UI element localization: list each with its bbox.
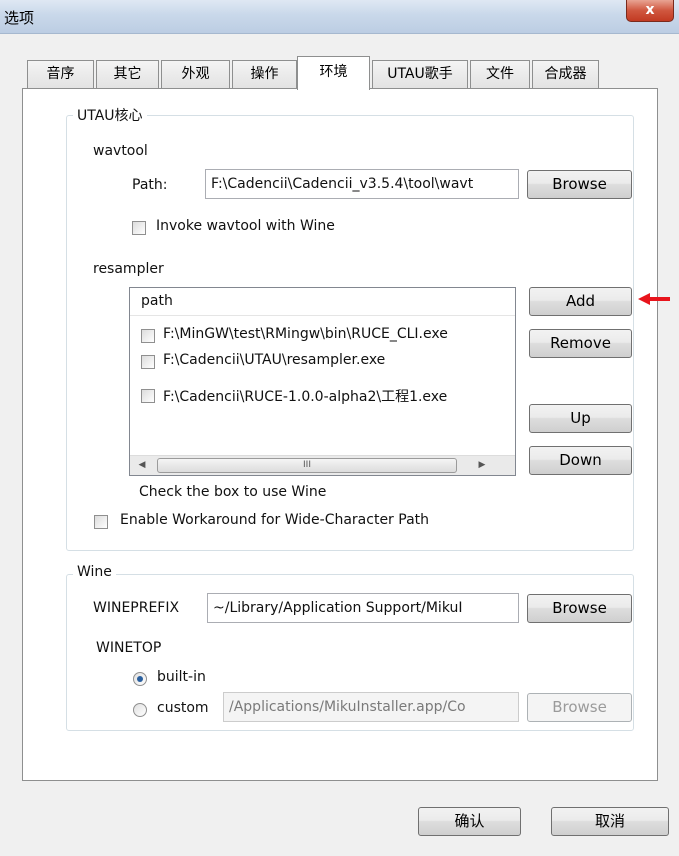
list-item[interactable]: F:\MinGW\test\RMingw\bin\RUCE_CLI.exe bbox=[130, 324, 515, 348]
resampler-down-button[interactable]: Down bbox=[529, 446, 632, 475]
list-item-path: F:\Cadencii\UTAU\resampler.exe bbox=[163, 352, 386, 368]
scroll-thumb[interactable]: III bbox=[157, 458, 457, 473]
wavtool-wine-checkbox-label: Invoke wavtool with Wine bbox=[156, 218, 335, 234]
winetop-label: WINETOP bbox=[96, 640, 162, 656]
close-button[interactable]: x bbox=[626, 0, 674, 22]
scroll-left-arrow-icon[interactable]: ◀ bbox=[133, 458, 151, 473]
tab-operation[interactable]: 操作 bbox=[232, 60, 297, 89]
tab-utau-singer[interactable]: UTAU歌手 bbox=[372, 60, 468, 89]
utau-core-group-label: UTAU核心 bbox=[73, 105, 147, 125]
tab-file[interactable]: 文件 bbox=[470, 60, 530, 89]
winetop-custom-radio[interactable] bbox=[133, 703, 147, 717]
resampler-wine-hint: Check the box to use Wine bbox=[139, 484, 327, 500]
window-title: 选项 bbox=[4, 9, 35, 27]
tab-environment[interactable]: 环境 bbox=[297, 56, 370, 90]
horizontal-scrollbar[interactable]: ◀ III ▶ bbox=[130, 455, 515, 475]
wavtool-wine-checkbox[interactable] bbox=[132, 221, 146, 235]
resampler-up-button[interactable]: Up bbox=[529, 404, 632, 433]
column-header-path: path bbox=[141, 293, 173, 309]
list-item[interactable]: F:\Cadencii\UTAU\resampler.exe bbox=[130, 350, 515, 374]
resampler-list-header[interactable]: path bbox=[130, 288, 515, 316]
tab-sequence[interactable]: 音序 bbox=[27, 60, 94, 89]
resampler-label: resampler bbox=[93, 261, 164, 277]
resampler-add-button[interactable]: Add bbox=[529, 287, 632, 316]
scroll-right-arrow-icon[interactable]: ▶ bbox=[473, 458, 491, 473]
winetop-builtin-radio[interactable] bbox=[133, 672, 147, 686]
list-item-checkbox[interactable] bbox=[141, 355, 155, 369]
list-item[interactable]: F:\Cadencii\RUCE-1.0.0-alpha2\工程1.exe bbox=[130, 384, 515, 408]
list-item-path: F:\Cadencii\RUCE-1.0.0-alpha2\工程1.exe bbox=[163, 389, 448, 405]
wavtool-path-label: Path: bbox=[132, 177, 168, 193]
winetop-builtin-label: built-in bbox=[157, 669, 206, 685]
wineprefix-label: WINEPREFIX bbox=[93, 600, 180, 616]
tab-appearance[interactable]: 外观 bbox=[161, 60, 230, 89]
scroll-thumb-grip: III bbox=[303, 460, 311, 470]
wavtool-browse-button[interactable]: Browse bbox=[527, 170, 632, 199]
cancel-button[interactable]: 取消 bbox=[551, 807, 669, 836]
resampler-remove-button[interactable]: Remove bbox=[529, 329, 632, 358]
wineprefix-browse-button[interactable]: Browse bbox=[527, 594, 632, 623]
wavtool-label: wavtool bbox=[93, 143, 148, 159]
workaround-checkbox-label: Enable Workaround for Wide-Character Pat… bbox=[120, 512, 430, 528]
resampler-list[interactable]: path F:\MinGW\test\RMingw\bin\RUCE_CLI.e… bbox=[129, 287, 516, 476]
wine-group-label: Wine bbox=[73, 564, 116, 580]
winetop-custom-browse-button[interactable]: Browse bbox=[527, 693, 632, 722]
winetop-custom-label: custom bbox=[157, 700, 209, 716]
ok-button[interactable]: 确认 bbox=[418, 807, 521, 836]
tab-synthesizer[interactable]: 合成器 bbox=[532, 60, 599, 89]
red-arrow-icon bbox=[638, 293, 670, 305]
wavtool-path-input[interactable]: F:\Cadencii\Cadencii_v3.5.4\tool\wavt bbox=[205, 169, 519, 199]
list-item-checkbox[interactable] bbox=[141, 389, 155, 403]
winetop-custom-input[interactable]: /Applications/MikuInstaller.app/Co bbox=[223, 692, 519, 722]
wineprefix-input[interactable]: ~/Library/Application Support/MikuI bbox=[207, 593, 519, 623]
list-item-checkbox[interactable] bbox=[141, 329, 155, 343]
tab-other[interactable]: 其它 bbox=[96, 60, 159, 89]
workaround-checkbox[interactable] bbox=[94, 515, 108, 529]
list-item-path: F:\MinGW\test\RMingw\bin\RUCE_CLI.exe bbox=[163, 326, 448, 342]
title-bar: 选项 x bbox=[0, 0, 679, 34]
